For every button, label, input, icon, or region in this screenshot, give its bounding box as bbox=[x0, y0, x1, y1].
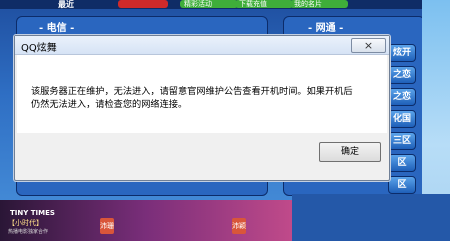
server-button[interactable]: 之恋 bbox=[388, 66, 416, 84]
error-dialog: QQ炫舞 × 该服务器正在维护，无法进入，请留意官网维护公告查看开机时间。如果开… bbox=[14, 35, 390, 181]
close-button[interactable]: × bbox=[351, 38, 386, 53]
bottom-right-panel bbox=[292, 194, 450, 241]
server-button[interactable]: 之恋 bbox=[388, 88, 416, 106]
close-icon: × bbox=[363, 39, 374, 52]
top-button-activity[interactable]: 精彩活动 bbox=[180, 0, 238, 8]
top-button-red[interactable] bbox=[118, 0, 168, 8]
top-button-download[interactable]: 下载充值 bbox=[235, 0, 293, 8]
server-button[interactable]: 化国 bbox=[388, 110, 416, 128]
banner-subtitle: 【小时代】 bbox=[8, 219, 43, 227]
dialog-titlebar[interactable]: QQ炫舞 × bbox=[15, 36, 389, 55]
top-strip: 最近 精彩活动 下载充值 我的名片 bbox=[0, 0, 450, 9]
ok-button[interactable]: 确定 bbox=[319, 142, 381, 162]
dialog-body: 该服务器正在维护，无法进入，请留意官网维护公告查看开机时间。如果开机后仍然无法进… bbox=[17, 55, 387, 133]
telecom-panel-title: - 电信 - bbox=[39, 23, 75, 34]
movie-banner[interactable]: TINY TIMES 【小时代】 热播电影独家合作 沛珊 沛颖 bbox=[0, 200, 292, 241]
recent-label: 最近 bbox=[58, 0, 74, 9]
server-button[interactable]: 区 bbox=[388, 154, 416, 172]
banner-caption: 热播电影独家合作 bbox=[8, 229, 49, 235]
banner-tag: 沛珊 bbox=[100, 218, 114, 234]
top-button-card[interactable]: 我的名片 bbox=[290, 0, 348, 8]
server-button[interactable]: 区 bbox=[388, 176, 416, 194]
server-button[interactable]: 炫开 bbox=[388, 44, 416, 62]
netcom-panel-title: - 网通 - bbox=[308, 23, 344, 34]
banner-title: TINY TIMES bbox=[10, 209, 55, 217]
banner-tag: 沛颖 bbox=[232, 218, 246, 234]
server-button[interactable]: 三区 bbox=[388, 132, 416, 150]
dialog-title: QQ炫舞 bbox=[21, 43, 57, 54]
dialog-message: 该服务器正在维护，无法进入，请留意官网维护公告查看开机时间。如果开机后仍然无法进… bbox=[31, 86, 353, 110]
